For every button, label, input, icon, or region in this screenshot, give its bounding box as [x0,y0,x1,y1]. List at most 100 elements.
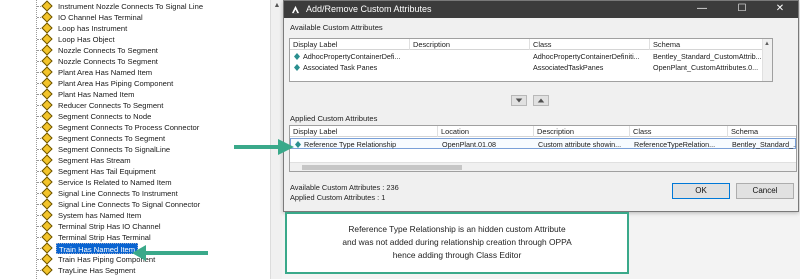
applied-grid-hscrollbar[interactable] [290,162,796,171]
tree-item[interactable]: Service Is Related to Named Item [0,176,282,188]
tree-item-label[interactable]: Service Is Related to Named Item [56,177,174,188]
table-cell: ReferenceTypeRelation... [634,140,716,149]
tree-item-label[interactable]: Segment Connects to Node [56,111,153,122]
hscroll-thumb[interactable] [302,165,462,170]
applied-attributes-grid[interactable]: Display Label Location Description Class… [289,125,797,172]
tree-item-label[interactable]: Loop Has Object [56,34,117,45]
tree-item[interactable]: Plant Has Named Item [0,88,282,100]
tree-item-label[interactable]: Signal Line Connects To Instrument [56,188,180,199]
column-header-schema[interactable]: Schema [728,126,796,137]
tree-item[interactable]: Plant Area Has Named Item [0,66,282,78]
column-header-class[interactable]: Class [630,126,728,137]
column-header-description[interactable]: Description [410,39,530,50]
relationship-diamond-icon [41,176,53,188]
tree-item-label[interactable]: Segment Connects To Process Connector [56,122,201,133]
move-down-button[interactable] [511,95,527,106]
tree-item-label[interactable]: Terminal Strip Has Terminal [56,232,153,243]
maximize-button[interactable]: ☐ [728,1,756,18]
table-cell: Associated Task Panes [303,63,378,72]
relationship-diamond-icon [41,88,53,100]
table-cell: Reference Type Relationship [304,140,397,149]
relationship-diamond-icon [41,253,53,265]
tree-item[interactable]: TrayLine Has Segment [0,264,282,276]
tree-item-label[interactable]: Plant Area Has Piping Component [56,78,175,89]
tree-item[interactable]: Terminal Strip Has Terminal [0,231,282,243]
table-cell: AdhocPropertyContainerDefi... [303,52,401,61]
tree-item-label[interactable]: Segment Has Tail Equipment [56,166,158,177]
available-attributes-grid[interactable]: Display Label Description Class Schema A… [289,38,773,82]
relationship-diamond-icon [41,22,53,34]
table-row[interactable]: AdhocPropertyContainerDefi... AdhocProper… [290,51,772,62]
move-up-button[interactable] [533,95,549,106]
tree-item[interactable]: Signal Line Connects To Signal Connector [0,198,282,210]
tree-item[interactable]: Terminal Strip Has IO Channel [0,220,282,232]
tree-item[interactable]: Segment Connects To Process Connector [0,121,282,133]
tree-item[interactable]: Signal Line Connects To Instrument [0,187,282,199]
column-header-location[interactable]: Location [438,126,534,137]
tree-item[interactable]: System has Named Item [0,209,282,221]
tree-item-label[interactable]: Nozzle Connects To Segment [56,56,160,67]
tree-item-label[interactable]: Nozzle Connects To Segment [56,45,160,56]
column-header-display-label[interactable]: Display Label [290,39,410,50]
cancel-button[interactable]: Cancel [736,183,794,199]
callout-line-3: hence adding through Class Editor [392,250,522,260]
tree-item-label[interactable]: IO Channel Has Terminal [56,12,145,23]
tree-item-label[interactable]: Loop has Instrument [56,23,129,34]
applied-count: Applied Custom Attributes : 1 [290,193,386,202]
annotation-callout: Reference Type Relationship is an hidden… [285,212,629,274]
tree-item-label[interactable]: Segment Has Stream [56,155,133,166]
tree-item[interactable]: Segment Has Stream [0,154,282,166]
tree-item[interactable]: Loop Has Object [0,33,282,45]
relationship-diamond-icon [41,55,53,67]
available-grid-scrollbar[interactable]: ▲ [762,39,772,81]
tree-item-label[interactable]: Reducer Connects To Segment [56,100,165,111]
callout-line-2: and was not added during relationship cr… [342,237,572,247]
app-icon [291,5,300,14]
tree-item-label[interactable]: Signal Line Connects To Signal Connector [56,199,202,210]
tree-item[interactable]: Plant Area Has Piping Component [0,77,282,89]
relationship-diamond-icon [41,110,53,122]
tree-item-label[interactable]: Plant Area Has Named Item [56,67,154,78]
tree-item-label[interactable]: Segment Connects To SignalLine [56,144,172,155]
ok-button[interactable]: OK [672,183,730,199]
table-cell: Bentley_Standard_CustomAttrib... [653,52,762,61]
relationship-diamond-icon [41,33,53,45]
table-cell [410,62,530,73]
scroll-up-icon[interactable]: ▲ [764,41,770,47]
relationship-diamond-icon [41,121,53,133]
column-header-display-label[interactable]: Display Label [290,126,438,137]
annotation-arrow-tree-icon [132,245,208,261]
relationship-diamond-icon [41,242,53,254]
column-header-description[interactable]: Description [534,126,630,137]
tree-item[interactable]: Nozzle Connects To Segment [0,55,282,67]
tree-item[interactable]: Nozzle Connects To Segment [0,44,282,56]
scroll-up-icon[interactable]: ▲ [273,2,281,10]
table-cell [410,51,530,62]
tree-item[interactable]: Loop has Instrument [0,22,282,34]
tree-item-label[interactable]: Train Has Named Item [56,243,139,254]
tree-item-label[interactable]: TrayLine Has Segment [56,265,137,276]
table-cell: AssociatedTaskPanes [533,63,604,72]
relationship-diamond-icon [41,231,53,243]
table-row[interactable]: Associated Task Panes AssociatedTaskPanes… [290,62,772,73]
table-row[interactable]: Reference Type Relationship OpenPlant.01.… [290,138,796,149]
arrow-down-icon [515,98,523,103]
tree-item[interactable]: Instrument Nozzle Connects To Signal Lin… [0,0,282,12]
available-grid-header: Display Label Description Class Schema [290,39,772,50]
table-cell: Custom attribute showin... [538,140,622,149]
applied-attributes-label: Applied Custom Attributes [290,114,378,123]
tree-item[interactable]: Segment Connects to Node [0,110,282,122]
tree-item-label[interactable]: Instrument Nozzle Connects To Signal Lin… [56,1,205,12]
tree-item[interactable]: Segment Has Tail Equipment [0,165,282,177]
close-button[interactable]: ✕ [766,1,794,18]
tree-item-label[interactable]: System has Named Item [56,210,143,221]
column-header-class[interactable]: Class [530,39,650,50]
tree-item-label[interactable]: Plant Has Named Item [56,89,136,100]
tree-item[interactable]: IO Channel Has Terminal [0,11,282,23]
minimize-button[interactable]: — [688,1,716,18]
tree-item[interactable]: Reducer Connects To Segment [0,99,282,111]
tree-item-label[interactable]: Terminal Strip Has IO Channel [56,221,163,232]
column-header-schema[interactable]: Schema [650,39,764,50]
tree-item-label[interactable]: Segment Connects To Segment [56,133,167,144]
relationship-diamond-icon [41,11,53,23]
